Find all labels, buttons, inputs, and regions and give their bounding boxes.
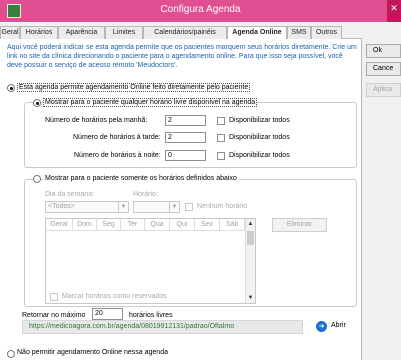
no-time-label: Nenhum horário: [197, 203, 248, 210]
grid-col-seg: Seg: [97, 219, 121, 231]
mode-any-label[interactable]: Mostrar para o paciente qualquer horário…: [43, 98, 258, 107]
grid-col-sex: Sex: [195, 219, 220, 231]
afternoon-count-input[interactable]: 2: [165, 132, 206, 143]
allow-online-label[interactable]: Esta agenda permite agendamento Online f…: [17, 83, 251, 92]
tab-outros[interactable]: Outros: [311, 26, 342, 39]
tab-strip: Geral Horários Aparência Limites Calendá…: [0, 26, 362, 40]
weekday-select[interactable]: <Todos> ▼: [45, 201, 129, 213]
scroll-down-icon[interactable]: ▼: [246, 293, 255, 303]
grid-col-qua: Qua: [145, 219, 170, 231]
night-all-label: Disponibilizar todos: [229, 152, 290, 159]
tab-limites[interactable]: Limites: [105, 26, 143, 39]
mode-defined-radio[interactable]: [33, 175, 41, 183]
window-title: Configura Agenda: [160, 4, 241, 15]
grid-col-sab: Sáb: [220, 219, 245, 231]
time-label: Horário:: [133, 191, 158, 198]
grid-col-dom: Dom: [73, 219, 97, 231]
grid-col-ter: Ter: [121, 219, 145, 231]
mode-defined-label[interactable]: Mostrar para o paciente somente os horár…: [43, 175, 239, 182]
delete-button[interactable]: Eliminar: [272, 218, 327, 232]
tab-aparencia[interactable]: Aparência: [58, 26, 105, 39]
tab-sms[interactable]: SMS: [287, 26, 311, 39]
open-url-label: Abrir: [331, 322, 346, 329]
night-count-label: Número de horários à noite:: [74, 152, 161, 159]
scroll-up-icon[interactable]: ▲: [246, 219, 255, 229]
schedule-grid[interactable]: Geral Dom Seg Ter Qua Qui Sex Sáb ▲ ▼: [45, 218, 256, 304]
weekday-select-value: <Todos>: [48, 203, 75, 210]
mode-any-radio[interactable]: [33, 99, 41, 107]
chevron-down-icon: ▼: [169, 202, 179, 212]
afternoon-count-label: Número de horários à tarde:: [73, 134, 161, 141]
deny-online-label[interactable]: Não permitir agendamento Online nessa ag…: [17, 349, 168, 356]
tab-agenda-online[interactable]: Agenda Online: [227, 26, 287, 40]
cancel-button[interactable]: Cance: [366, 62, 401, 76]
mark-reserved-checkbox[interactable]: [50, 293, 58, 301]
grid-header: Geral Dom Seg Ter Qua Qui Sex Sáb: [46, 219, 245, 231]
morning-all-checkbox[interactable]: [217, 117, 225, 125]
grid-scrollbar[interactable]: ▲ ▼: [245, 219, 255, 303]
scroll-thumb[interactable]: [247, 231, 254, 245]
grid-col-geral: Geral: [46, 219, 73, 231]
mark-reserved-label: Marcar horários como reservados: [62, 293, 167, 300]
night-count-input[interactable]: 0: [165, 150, 206, 161]
close-icon[interactable]: ✕: [387, 0, 401, 22]
ok-button[interactable]: Ok: [366, 44, 401, 58]
chevron-down-icon: ▼: [118, 202, 128, 212]
description-text: Aqui você poderá indicar se esta agenda …: [7, 44, 357, 69]
return-max-suffix: horários livres: [129, 312, 173, 319]
grid-col-qui: Qui: [170, 219, 195, 231]
morning-count-input[interactable]: 2: [165, 115, 206, 126]
apply-button[interactable]: Aplica: [366, 83, 401, 97]
return-max-label: Retornar no máximo: [22, 312, 86, 319]
afternoon-all-checkbox[interactable]: [217, 134, 225, 142]
allow-online-radio[interactable]: [7, 84, 15, 92]
afternoon-all-label: Disponibilizar todos: [229, 134, 290, 141]
morning-count-label: Número de horários pela manhã:: [45, 117, 148, 124]
no-time-checkbox[interactable]: [185, 203, 193, 211]
tab-calendarios-paineis[interactable]: Calendários/painéis: [143, 26, 227, 39]
deny-online-radio[interactable]: [7, 350, 15, 358]
weekday-label: Dia da semana:: [45, 191, 95, 198]
tab-geral[interactable]: Geral: [0, 26, 20, 39]
tab-horarios[interactable]: Horários: [20, 26, 58, 39]
globe-arrow-icon: ➜: [316, 321, 327, 332]
morning-all-label: Disponibilizar todos: [229, 117, 290, 124]
title-bar: Configura Agenda ✕: [0, 0, 401, 22]
return-max-input[interactable]: 20: [92, 308, 123, 320]
open-url-button[interactable]: ➜ Abrir: [315, 319, 355, 334]
online-url-field[interactable]: https://medicoagora.com.br/agenda/080199…: [22, 320, 303, 334]
night-all-checkbox[interactable]: [217, 152, 225, 160]
time-select[interactable]: ▼: [133, 201, 180, 213]
